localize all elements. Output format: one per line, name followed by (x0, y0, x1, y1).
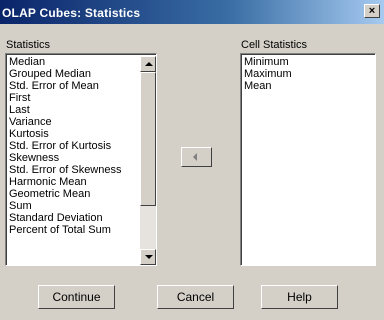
list-item[interactable]: Variance (9, 116, 122, 128)
list-item[interactable]: Standard Deviation (9, 212, 122, 224)
scroll-down-button[interactable] (140, 249, 156, 265)
cell-statistics-list: Minimum Maximum Mean (244, 56, 292, 92)
statistics-scrollbar[interactable] (140, 56, 156, 265)
list-item[interactable]: Median (9, 56, 122, 68)
list-item[interactable]: Geometric Mean (9, 188, 122, 200)
close-button[interactable]: × (364, 4, 380, 18)
arrow-down-icon (145, 255, 153, 259)
list-item[interactable]: Harmonic Mean (9, 176, 122, 188)
list-item[interactable]: Skewness (9, 152, 122, 164)
statistics-listbox[interactable]: Median Grouped Median Std. Error of Mean… (5, 53, 157, 266)
list-item[interactable]: Last (9, 104, 122, 116)
help-button[interactable]: Help (261, 285, 338, 309)
list-item[interactable]: Percent of Total Sum (9, 224, 122, 236)
list-item[interactable]: Std. Error of Skewness (9, 164, 122, 176)
scroll-up-button[interactable] (140, 56, 156, 72)
list-item[interactable]: Minimum (244, 56, 292, 68)
scroll-thumb[interactable] (140, 72, 156, 206)
continue-button[interactable]: Continue (38, 285, 115, 309)
list-item[interactable]: Mean (244, 80, 292, 92)
list-item[interactable]: Std. Error of Kurtosis (9, 140, 122, 152)
list-item[interactable]: First (9, 92, 122, 104)
cancel-button[interactable]: Cancel (157, 285, 234, 309)
list-item[interactable]: Std. Error of Mean (9, 80, 122, 92)
arrow-left-icon (193, 153, 197, 161)
list-item[interactable]: Kurtosis (9, 128, 122, 140)
list-item[interactable]: Sum (9, 200, 122, 212)
arrow-up-icon (145, 62, 153, 66)
title-bar: OLAP Cubes: Statistics × (0, 0, 384, 24)
cell-statistics-listbox[interactable]: Minimum Maximum Mean (240, 53, 376, 266)
statistics-list: Median Grouped Median Std. Error of Mean… (9, 56, 122, 236)
list-item[interactable]: Grouped Median (9, 68, 122, 80)
statistics-label: Statistics (6, 39, 51, 51)
list-item[interactable]: Maximum (244, 68, 292, 80)
cell-statistics-label: Cell Statistics (241, 39, 308, 51)
move-item-button[interactable] (181, 147, 212, 167)
window-title: OLAP Cubes: Statistics (2, 6, 141, 20)
